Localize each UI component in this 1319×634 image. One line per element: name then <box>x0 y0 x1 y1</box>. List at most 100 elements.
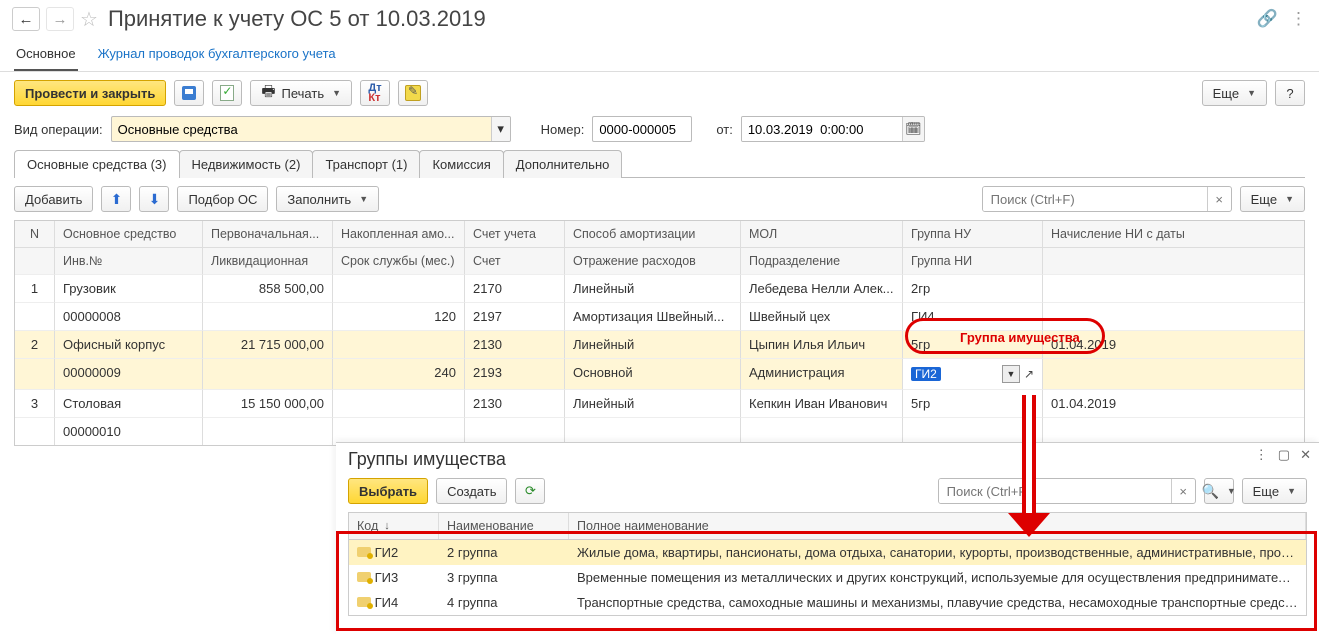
table-row[interactable]: 00000010 <box>15 417 1304 445</box>
popup-search-box[interactable]: × <box>938 478 1196 504</box>
chevron-down-icon[interactable]: ▾ <box>491 117 510 141</box>
select-button[interactable]: Выбрать <box>348 478 428 504</box>
table-more-button[interactable]: Еще ▼ <box>1240 186 1305 212</box>
col-amort[interactable]: Способ амортизации <box>565 221 741 247</box>
link-icon[interactable]: 🔗 <box>1257 9 1278 29</box>
cell-gni-editing[interactable]: ГИ2 ▼ ↗ <box>903 358 1043 389</box>
col-acct[interactable]: Счет учета <box>465 221 565 247</box>
fill-label: Заполнить <box>287 192 351 207</box>
cell-n: 1 <box>15 274 55 302</box>
cell-mol: Цыпин Илья Ильич <box>741 330 903 358</box>
popup-search-input[interactable] <box>939 479 1171 503</box>
folder-item-icon <box>357 572 371 582</box>
cell-code: ГИ3 <box>375 570 399 585</box>
search-input[interactable] <box>983 187 1207 211</box>
cell-full: Временные помещения из металлических и д… <box>569 565 1306 590</box>
col-os[interactable]: Основное средство <box>55 221 203 247</box>
pick-os-button[interactable]: Подбор ОС <box>177 186 268 212</box>
move-down-button[interactable]: ⬇ <box>139 186 169 212</box>
tab-commission[interactable]: Комиссия <box>419 150 503 178</box>
add-button[interactable]: Добавить <box>14 186 93 212</box>
cell-os: Грузовик <box>55 274 203 302</box>
save-button[interactable] <box>174 80 204 106</box>
cell-full: Транспортные средства, самоходные машины… <box>569 590 1306 615</box>
page-title: Принятие к учету ОС 5 от 10.03.2019 <box>108 6 486 32</box>
table-row[interactable]: 1 Грузовик 858 500,00 2170 Линейный Лебе… <box>15 274 1304 302</box>
kebab-icon[interactable]: ⋮ <box>1290 9 1307 29</box>
op-type-input[interactable] <box>112 117 491 141</box>
more-button[interactable]: Еще ▼ <box>1202 80 1267 106</box>
table-row[interactable]: 3 Столовая 15 150 000,00 2130 Линейный К… <box>15 389 1304 417</box>
col-acct2[interactable]: Счет <box>465 248 565 274</box>
table-row[interactable]: 2 Офисный корпус 21 715 000,00 2130 Лине… <box>15 330 1304 358</box>
col-pv[interactable]: Первоначальная... <box>203 221 333 247</box>
post-and-close-button[interactable]: Провести и закрыть <box>14 80 166 106</box>
cell-mol: Кепкин Иван Иванович <box>741 389 903 417</box>
popup-col-name[interactable]: Наименование <box>439 513 569 539</box>
cell-gnu: 5гр <box>903 330 1043 358</box>
popup-kebab-icon[interactable]: ⋮ <box>1255 447 1268 463</box>
tab-additional[interactable]: Дополнительно <box>503 150 623 178</box>
list-item[interactable]: ГИ3 3 группа Временные помещения из мета… <box>349 565 1306 590</box>
dt-kt-button[interactable]: ДтКт <box>360 80 390 106</box>
help-button[interactable]: ? <box>1275 80 1305 106</box>
tab-realty[interactable]: Недвижимость (2) <box>179 150 314 178</box>
popup-clear-search[interactable]: × <box>1171 479 1195 503</box>
col-gnu[interactable]: Группа НУ <box>903 221 1043 247</box>
col-dept[interactable]: Подразделение <box>741 248 903 274</box>
tab-journal[interactable]: Журнал проводок бухгалтерского учета <box>96 38 338 71</box>
popup-close-icon[interactable]: ✕ <box>1300 447 1311 463</box>
col-expenses[interactable]: Отражение расходов <box>565 248 741 274</box>
number-field[interactable] <box>592 116 692 142</box>
tab-transport[interactable]: Транспорт (1) <box>312 150 420 178</box>
post-button[interactable] <box>212 80 242 106</box>
search-box[interactable]: × <box>982 186 1232 212</box>
list-item[interactable]: ГИ4 4 группа Транспортные средства, само… <box>349 590 1306 615</box>
col-mol[interactable]: МОЛ <box>741 221 903 247</box>
col-gni[interactable]: Группа НИ <box>903 248 1043 274</box>
date-field[interactable]: 🗓 <box>741 116 925 142</box>
col-inv[interactable]: Инв.№ <box>55 248 203 274</box>
print-button[interactable]: 🖶 Печать ▼ <box>250 80 352 106</box>
move-up-button[interactable]: ⬆ <box>101 186 131 212</box>
popup-search-button[interactable]: 🔍▼ <box>1204 478 1234 504</box>
table-more-label: Еще <box>1251 192 1277 207</box>
op-type-select[interactable]: ▾ <box>111 116 511 142</box>
calendar-icon[interactable]: 🗓 <box>902 117 924 141</box>
col-n[interactable]: N <box>15 221 55 247</box>
tab-fixed-assets[interactable]: Основные средства (3) <box>14 150 180 178</box>
forward-button[interactable]: → <box>46 7 74 31</box>
dropdown-button[interactable]: ▼ <box>1002 365 1020 383</box>
cell-os: Столовая <box>55 389 203 417</box>
cell-ni <box>1043 274 1304 302</box>
col-liq[interactable]: Ликвидационная <box>203 248 333 274</box>
col-life[interactable]: Срок службы (мес.) <box>333 248 465 274</box>
document-check-icon <box>220 85 234 101</box>
favorite-icon[interactable]: ☆ <box>80 7 98 32</box>
table-row[interactable]: 00000009 240 2193 Основной Администрация… <box>15 358 1304 389</box>
refresh-button[interactable]: ⟳ <box>515 478 545 504</box>
fill-button[interactable]: Заполнить ▼ <box>276 186 379 212</box>
popup-col-code[interactable]: Код ↓ <box>349 513 439 539</box>
col-na[interactable]: Накопленная амо... <box>333 221 465 247</box>
note-button[interactable] <box>398 80 428 106</box>
gni-value: ГИ2 <box>911 367 941 381</box>
cell-name: 2 группа <box>439 540 569 565</box>
table-row[interactable]: 00000008 120 2197 Амортизация Швейный...… <box>15 302 1304 330</box>
open-icon[interactable]: ↗ <box>1024 367 1034 381</box>
popup-more-button[interactable]: Еще ▼ <box>1242 478 1307 504</box>
date-input[interactable] <box>742 117 902 141</box>
number-input[interactable] <box>593 117 691 141</box>
popup-maximize-icon[interactable]: ▢ <box>1278 447 1290 463</box>
list-item[interactable]: ГИ2 2 группа Жилые дома, квартиры, панси… <box>349 540 1306 565</box>
popup-title: Группы имущества <box>336 443 1319 474</box>
col-ni[interactable]: Начисление НИ с даты <box>1043 221 1304 247</box>
clear-search-button[interactable]: × <box>1207 187 1231 211</box>
create-button[interactable]: Создать <box>436 478 507 504</box>
popup-col-full[interactable]: Полное наименование <box>569 513 1306 539</box>
tab-main[interactable]: Основное <box>14 38 78 71</box>
cell-expenses: Амортизация Швейный... <box>565 302 741 330</box>
back-button[interactable]: ← <box>12 7 40 31</box>
col-n-sub <box>15 248 55 274</box>
cell-mol: Лебедева Нелли Алек... <box>741 274 903 302</box>
